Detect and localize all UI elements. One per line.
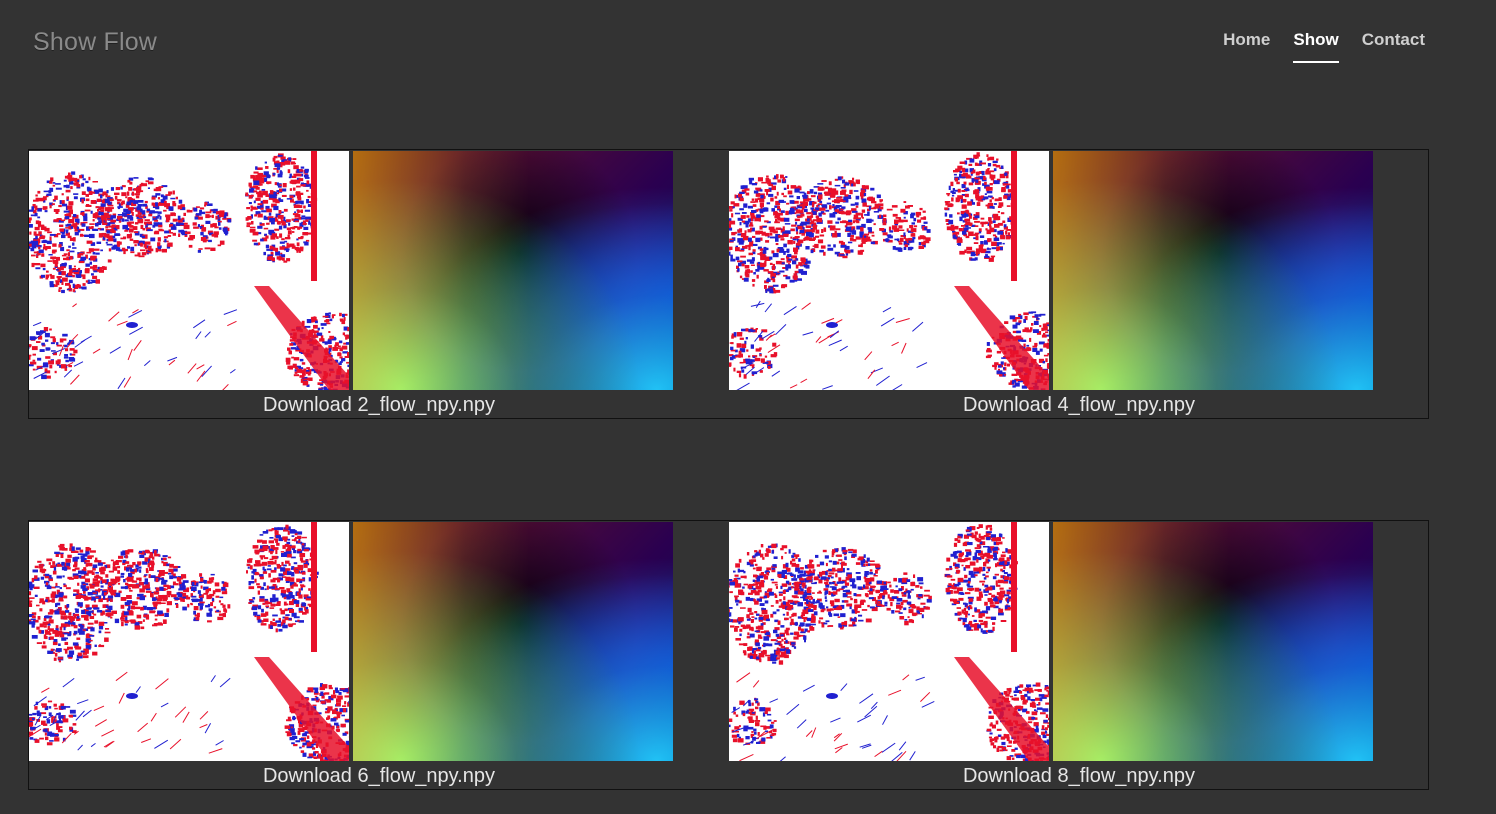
brand-logo[interactable]: Show Flow [33, 28, 157, 57]
flow-image [1053, 522, 1373, 761]
download-link[interactable]: Download 8_flow_npy.npy [729, 763, 1429, 789]
main-nav: Home Show Contact [1200, 30, 1425, 63]
result-row: Download 6_flow_npy.npy Download 8_flow_… [28, 520, 1429, 790]
nav-home[interactable]: Home [1223, 30, 1270, 63]
event-image [29, 522, 349, 761]
result-item: Download 4_flow_npy.npy [729, 150, 1429, 418]
result-item: Download 2_flow_npy.npy [29, 150, 729, 418]
result-item: Download 8_flow_npy.npy [729, 521, 1429, 789]
event-image [29, 151, 349, 390]
site-header: Show Flow Home Show Contact [0, 0, 1496, 100]
nav-show[interactable]: Show [1293, 30, 1339, 63]
download-link[interactable]: Download 4_flow_npy.npy [729, 392, 1429, 418]
result-row: Download 2_flow_npy.npy Download 4_flow_… [28, 149, 1429, 419]
download-link[interactable]: Download 2_flow_npy.npy [29, 392, 729, 418]
nav-contact[interactable]: Contact [1362, 30, 1425, 63]
flow-image [1053, 151, 1373, 390]
event-image [729, 151, 1049, 390]
result-item: Download 6_flow_npy.npy [29, 521, 729, 789]
event-image [729, 522, 1049, 761]
download-link[interactable]: Download 6_flow_npy.npy [29, 763, 729, 789]
flow-image [353, 151, 673, 390]
flow-image [353, 522, 673, 761]
